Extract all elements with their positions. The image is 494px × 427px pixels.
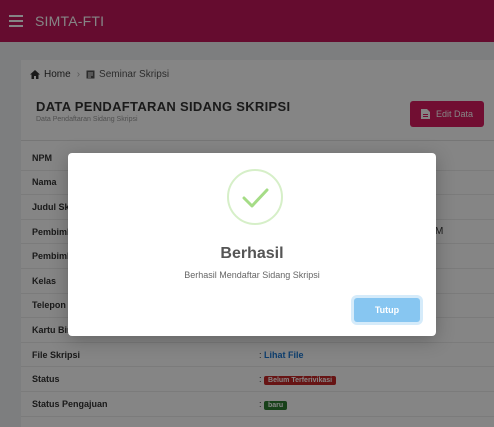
dialog-message: Berhasil Mendaftar Sidang Skripsi [184, 270, 320, 280]
dialog-title: Berhasil [220, 245, 284, 262]
success-circle [227, 169, 283, 225]
close-button[interactable]: Tutup [354, 298, 420, 322]
check-icon [242, 188, 269, 208]
success-dialog: Berhasil Berhasil Mendaftar Sidang Skrip… [68, 153, 436, 336]
